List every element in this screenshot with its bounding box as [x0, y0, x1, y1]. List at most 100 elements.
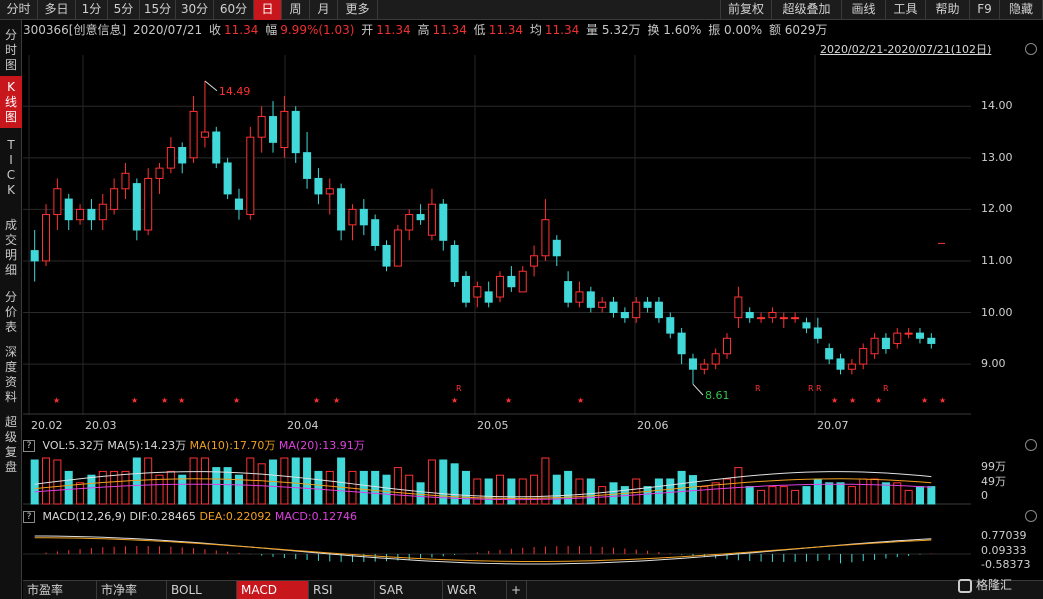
volume-bar: [813, 478, 822, 505]
avg-value: 11.34: [544, 23, 580, 37]
period-tab-7[interactable]: 日: [254, 0, 282, 20]
left-tab-2[interactable]: T I C K: [0, 134, 22, 208]
indicator-tab-5[interactable]: SAR: [375, 581, 443, 599]
star-marker: ★: [178, 396, 185, 405]
left-tab-3[interactable]: 成 交 明 细: [0, 214, 22, 280]
candle: [53, 178, 62, 230]
candle: [314, 168, 323, 205]
candle: [132, 178, 141, 241]
indicator-tab-4[interactable]: RSI: [309, 581, 375, 599]
candle: [847, 358, 856, 375]
star-marker: ★: [505, 396, 512, 405]
volume-bar: [666, 478, 675, 505]
volume-bar: [76, 482, 85, 505]
left-tab-6[interactable]: 超 级 复 盘: [0, 411, 22, 481]
r-marker: R: [883, 384, 889, 393]
r-marker: R: [808, 384, 814, 393]
quote-info-bar: 300366[创意信息] 2020/07/21 收 11.34 幅 9.99%(1.…: [23, 20, 1043, 40]
settings-gear-icon[interactable]: [1025, 43, 1037, 55]
candle: [632, 297, 641, 323]
high-annotation: 14.49: [219, 85, 251, 98]
date-tick: 20.04: [287, 419, 319, 432]
volume-bar: [42, 457, 51, 505]
low-annotation: 8.61: [705, 389, 730, 402]
volume-label: VOL:5.32万: [42, 439, 104, 452]
volume-bar: [791, 489, 800, 505]
indicator-tab-2[interactable]: BOLL: [167, 581, 237, 599]
period-tab-4[interactable]: 15分: [140, 0, 176, 20]
left-tab-4[interactable]: 分 价 表: [0, 286, 22, 335]
toolbar-btn-3[interactable]: 工具: [886, 0, 926, 20]
volume-bar: [881, 482, 890, 505]
toolbar-btn-4[interactable]: 帮助: [926, 0, 970, 20]
period-tab-1[interactable]: 多日: [38, 0, 76, 20]
star-marker: ★: [921, 396, 928, 405]
volume-bar: [484, 478, 493, 505]
volume-bar: [223, 467, 232, 505]
volume-bar: [314, 470, 323, 505]
indicator-tab-6[interactable]: W&R: [443, 581, 507, 599]
help-icon[interactable]: ?: [23, 511, 35, 523]
volume-tick: 49万: [981, 475, 1006, 488]
volume-bar: [541, 457, 550, 505]
volume-bar: [643, 486, 652, 505]
date-tick: 20.02: [31, 419, 63, 432]
period-tab-5[interactable]: 30分: [176, 0, 214, 20]
candle: [688, 353, 697, 385]
left-tab-1[interactable]: K 线 图: [0, 76, 22, 128]
star-marker: ★: [849, 396, 856, 405]
period-tab-10[interactable]: 更多: [338, 0, 378, 20]
candle: [303, 132, 312, 189]
toolbar-btn-6[interactable]: 隐藏: [1000, 0, 1043, 20]
candle: [541, 199, 550, 261]
toolbar-btn-0[interactable]: 前复权: [720, 0, 772, 20]
high-label: 高: [417, 23, 430, 37]
candle: [257, 106, 266, 153]
candle: [564, 271, 573, 308]
period-tab-9[interactable]: 月: [310, 0, 338, 20]
period-tab-0[interactable]: 分时: [0, 0, 38, 20]
indicator-tab-1[interactable]: 市净率: [97, 581, 167, 599]
price-tick: 12.00: [981, 202, 1013, 216]
candle: [450, 240, 459, 287]
candle: [859, 343, 868, 370]
help-icon[interactable]: ?: [23, 440, 35, 452]
change-value: 9.99%(1.03): [280, 23, 355, 37]
candle: [280, 95, 289, 158]
change-label: 幅: [265, 23, 278, 37]
star-marker: ★: [313, 396, 320, 405]
period-tab-8[interactable]: 周: [282, 0, 310, 20]
star-marker: ★: [939, 396, 946, 405]
dea-line: [34, 537, 932, 563]
volume-bar: [257, 463, 266, 505]
left-tab-0[interactable]: 分 时 图: [0, 24, 22, 72]
period-tab-6[interactable]: 60分: [214, 0, 254, 20]
candle: [291, 106, 300, 163]
r-marker: R: [755, 384, 761, 393]
indicator-tab-7[interactable]: +: [507, 581, 527, 599]
period-tab-3[interactable]: 5分: [108, 0, 140, 20]
volume-bar: [178, 474, 187, 505]
macd-settings-icon[interactable]: [1025, 510, 1037, 522]
left-tab-5[interactable]: 深 度 资 料: [0, 341, 22, 405]
star-marker: ★: [161, 396, 168, 405]
star-marker: ★: [451, 396, 458, 405]
candle: [552, 235, 561, 267]
indicator-tab-0[interactable]: 市盈率: [23, 581, 97, 599]
candle: [643, 297, 652, 313]
volume-bar: [632, 478, 641, 505]
volume-bar: [405, 474, 414, 505]
candle: [881, 333, 890, 354]
volume-settings-icon[interactable]: [1025, 439, 1037, 451]
toolbar-btn-1[interactable]: 超级叠加: [772, 0, 842, 20]
volume-bar: [518, 478, 527, 505]
candle: [870, 333, 879, 359]
period-tab-2[interactable]: 1分: [76, 0, 108, 20]
volume-bar: [825, 482, 834, 505]
indicator-tab-3[interactable]: MACD: [237, 581, 309, 599]
toolbar-btn-2[interactable]: 画线: [842, 0, 886, 20]
vol-ma5: MA(5):14.23万: [107, 439, 187, 452]
candle: [87, 199, 96, 230]
candle: [496, 271, 505, 303]
toolbar-btn-5[interactable]: F9: [970, 0, 1000, 20]
